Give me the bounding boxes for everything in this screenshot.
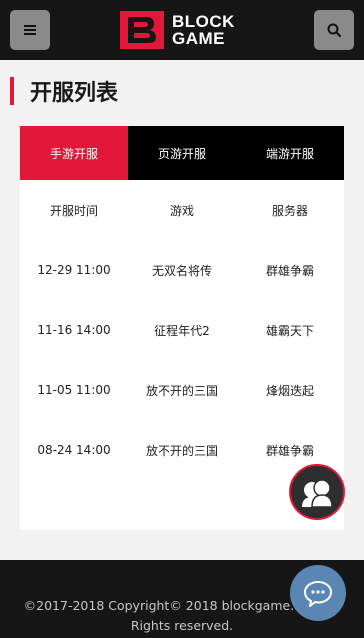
cell-time: 11-16 14:00 (37, 323, 111, 337)
cell-game[interactable]: 放不开的三国 (128, 442, 236, 459)
brand-logo[interactable]: BLOCK GAME (120, 10, 250, 50)
cell-game[interactable]: 征程年代2 (128, 322, 236, 339)
search-button[interactable] (314, 10, 354, 50)
cell-server: 群雄争霸 (265, 263, 314, 278)
tab-mobile-games[interactable]: 手游开服 (20, 126, 128, 180)
table-row[interactable]: 11-05 11:00 放不开的三国 烽烟迭起 (20, 360, 344, 420)
cell-game[interactable]: 放不开的三国 (128, 382, 236, 399)
cell-time: 11-05 11:00 (37, 383, 111, 397)
tab-bar: 手游开服 页游开服 端游开服 (20, 126, 344, 180)
chat-bubble-icon (303, 580, 333, 607)
cell-time: 08-24 14:00 (37, 443, 111, 457)
page-title-row: 开服列表 (10, 76, 118, 106)
tab-pc-games[interactable]: 端游开服 (236, 126, 344, 180)
search-icon (327, 23, 341, 37)
brand-line-1: BLOCK (172, 12, 235, 31)
top-header: BLOCK GAME (0, 0, 364, 60)
table-row[interactable]: 08-24 14:00 放不开的三国 群雄争霸 (20, 420, 344, 480)
brand-name: BLOCK GAME (172, 13, 235, 47)
column-header-server: 服务器 (271, 203, 308, 218)
column-header-time: 开服时间 (49, 203, 98, 218)
table-row[interactable]: 12-29 11:00 无双名将传 群雄争霸 (20, 240, 344, 300)
server-list-panel: 手游开服 页游开服 端游开服 开服时间 游戏 服务器 12-29 11:00 无… (20, 126, 344, 530)
customer-service-button[interactable] (289, 464, 345, 520)
title-accent-bar (10, 77, 14, 105)
chat-button[interactable] (290, 565, 346, 621)
cell-time: 12-29 11:00 (37, 263, 111, 277)
column-header-game: 游戏 (169, 203, 194, 218)
menu-button[interactable] (10, 10, 50, 50)
cell-game[interactable]: 无双名将传 (128, 262, 236, 279)
page-title: 开服列表 (30, 81, 119, 106)
cell-server: 群雄争霸 (265, 443, 314, 458)
hamburger-menu-icon (24, 25, 36, 35)
customer-service-icon (302, 479, 333, 508)
cell-server: 烽烟迭起 (265, 383, 314, 398)
block-game-logo-icon (120, 11, 164, 49)
table-row[interactable]: 11-16 14:00 征程年代2 雄霸天下 (20, 300, 344, 360)
cell-server: 雄霸天下 (265, 323, 314, 338)
tab-web-games[interactable]: 页游开服 (128, 126, 236, 180)
brand-line-2: GAME (172, 29, 225, 48)
table-header-row: 开服时间 游戏 服务器 (20, 180, 344, 240)
